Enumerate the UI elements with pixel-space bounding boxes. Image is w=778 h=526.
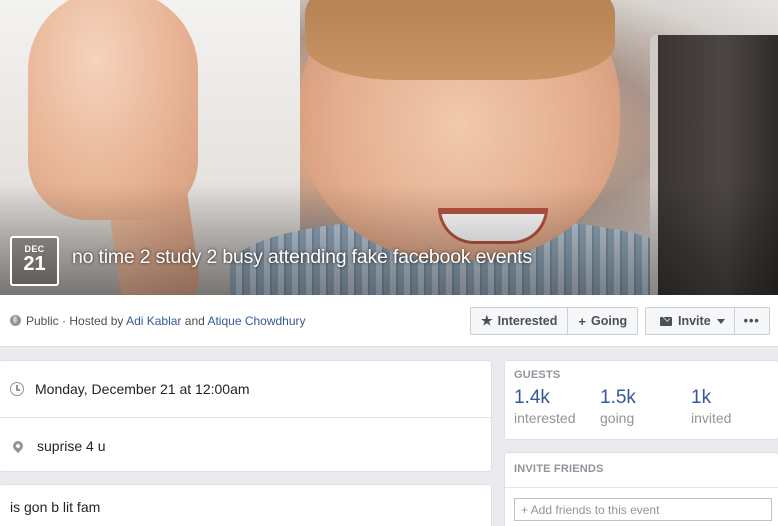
event-date-badge: DEC 21: [10, 236, 59, 286]
privacy-label: Public: [26, 314, 59, 328]
plus-icon: +: [578, 313, 586, 329]
guest-count: 1.4k: [514, 387, 550, 408]
cover-hair: [305, 0, 615, 80]
invite-friends-heading: INVITE FRIENDS: [514, 463, 604, 475]
event-details-card: Monday, December 21 at 12:00am suprise 4…: [0, 360, 492, 472]
invite-label: Invite: [678, 314, 711, 328]
hosted-by-text: · Hosted by: [58, 314, 127, 328]
guest-stat-interested[interactable]: 1.4k interested: [514, 387, 575, 426]
going-label: Going: [591, 314, 628, 328]
invite-button-group: Invite •••: [645, 307, 770, 335]
chevron-down-icon: [716, 318, 725, 324]
host-link-1[interactable]: Adi Kablar: [126, 314, 181, 328]
event-description-card: is gon b lit fam: [0, 484, 492, 526]
star-icon: ★: [481, 313, 493, 328]
guest-count-label: invited: [691, 410, 732, 426]
clock-icon: [10, 382, 24, 396]
interested-button[interactable]: ★ Interested: [471, 308, 567, 334]
event-cover-photo[interactable]: DEC 21 no time 2 study 2 busy attending …: [0, 0, 778, 295]
event-location-row[interactable]: suprise 4 u: [0, 417, 491, 473]
invite-button[interactable]: Invite: [646, 308, 734, 334]
host-line: Public · Hosted by Adi Kablar and Atique…: [10, 314, 306, 328]
guests-heading: GUESTS: [514, 369, 561, 381]
divider: [505, 487, 778, 488]
date-day: 21: [23, 253, 46, 275]
guest-stat-going[interactable]: 1.5k going: [600, 387, 636, 426]
guest-count: 1k: [691, 387, 712, 408]
event-time-row: Monday, December 21 at 12:00am: [0, 361, 491, 417]
event-title: no time 2 study 2 busy attending fake fa…: [72, 246, 532, 268]
guest-stat-invited[interactable]: 1k invited: [691, 387, 731, 426]
guests-card: GUESTS 1.4k interested 1.5k going 1k inv…: [504, 360, 778, 440]
more-options-button[interactable]: •••: [733, 308, 769, 334]
going-button[interactable]: + Going: [567, 308, 637, 334]
event-location: suprise 4 u: [37, 437, 106, 454]
rsvp-button-group: ★ Interested + Going: [470, 307, 639, 335]
guest-count-label: interested: [514, 410, 576, 426]
event-time: Monday, December 21 at 12:00am: [35, 381, 250, 397]
guest-count-label: going: [600, 410, 635, 426]
interested-label: Interested: [497, 314, 558, 328]
host-conjunction: and: [181, 314, 208, 328]
guest-count: 1.5k: [600, 387, 636, 408]
location-pin-icon: [10, 438, 26, 453]
host-link-2[interactable]: Atique Chowdhury: [207, 314, 305, 328]
add-friends-input[interactable]: + Add friends to this event: [514, 498, 772, 521]
mail-icon: [660, 316, 672, 326]
event-description: is gon b lit fam: [10, 499, 101, 515]
cover-shade: [0, 185, 778, 295]
more-options-icon: •••: [743, 314, 760, 328]
globe-icon: [10, 315, 21, 326]
invite-friends-card: INVITE FRIENDS + Add friends to this eve…: [504, 452, 778, 526]
